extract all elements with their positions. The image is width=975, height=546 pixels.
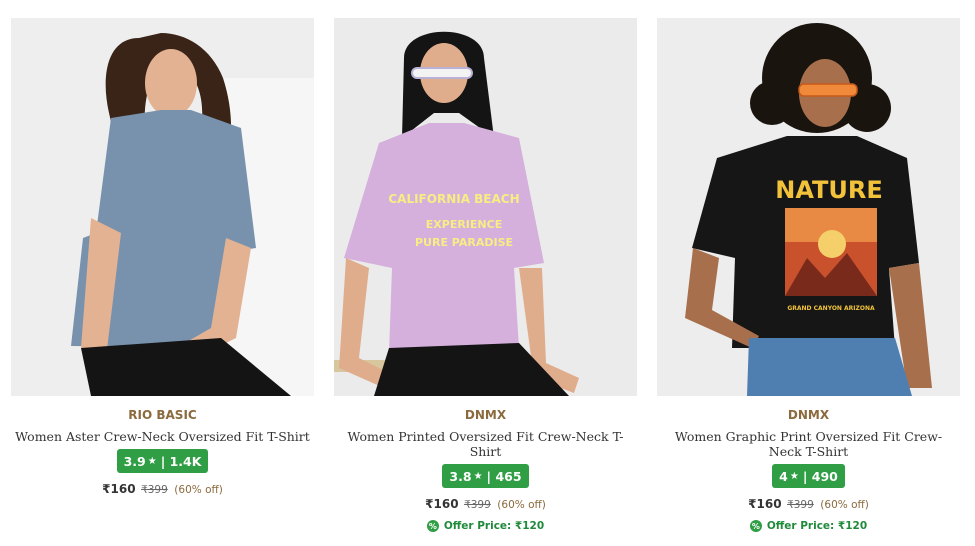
mrp-price: ₹399 [464,499,491,511]
rating-count: | 465 [486,468,522,484]
rating-count: | 1.4K [160,453,202,469]
product-name[interactable]: Women Aster Crew-Neck Oversized Fit T-Sh… [11,429,314,444]
selling-price: ₹160 [102,482,136,496]
product-card[interactable]: NATURE GRAND CANYON ARIZONA DNMX Women G… [657,18,960,533]
product-image[interactable]: NATURE GRAND CANYON ARIZONA [657,18,960,396]
star-icon: ★ [473,470,483,482]
svg-text:EXPERIENCE: EXPERIENCE [426,218,502,231]
rating-count: | 490 [802,468,838,484]
product-brand[interactable]: DNMX [657,408,960,422]
price-row: ₹160 ₹399 (60% off) [657,497,960,511]
discount-percent: (60% off) [820,499,869,511]
offer-price-text: Offer Price: ₹120 [443,520,545,532]
product-photo-dnmx-graphic: NATURE GRAND CANYON ARIZONA [657,18,960,396]
rating-value: 4 [779,468,788,484]
selling-price: ₹160 [425,497,459,511]
selling-price: ₹160 [748,497,782,511]
offer-price: % Offer Price: ₹120 [426,520,545,532]
discount-percent: (60% off) [497,499,546,511]
rating-badge: 4 ★ | 490 [772,464,845,488]
product-photo-rio-basic [11,18,314,396]
rating-badge: 3.9 ★ | 1.4K [116,449,209,473]
product-brand[interactable]: RIO BASIC [11,408,314,422]
rating-value: 3.8 [449,468,472,484]
star-icon: ★ [789,470,799,482]
product-image[interactable]: CALIFORNIA BEACH EXPERIENCE PURE PARADIS… [334,18,637,396]
star-icon: ★ [147,455,157,467]
product-name[interactable]: Women Graphic Print Oversized Fit Crew-N… [657,429,960,459]
mrp-price: ₹399 [787,499,814,511]
mrp-price: ₹399 [141,484,168,496]
product-card[interactable]: CALIFORNIA BEACH EXPERIENCE PURE PARADIS… [334,18,637,533]
product-name[interactable]: Women Printed Oversized Fit Crew-Neck T-… [334,429,637,459]
svg-text:NATURE: NATURE [775,176,883,204]
price-row: ₹160 ₹399 (60% off) [334,497,637,511]
svg-text:GRAND CANYON ARIZONA: GRAND CANYON ARIZONA [787,305,875,312]
svg-text:PURE PARADISE: PURE PARADISE [415,236,513,249]
product-brand[interactable]: DNMX [334,408,637,422]
product-image[interactable] [11,18,314,396]
discount-percent: (60% off) [174,484,223,496]
offer-tag-icon: % [749,520,762,532]
rating-value: 3.9 [123,453,146,469]
offer-price: % Offer Price: ₹120 [749,520,868,532]
product-card[interactable]: RIO BASIC Women Aster Crew-Neck Oversize… [11,18,314,496]
offer-tag-icon: % [426,520,439,532]
product-photo-dnmx-printed: CALIFORNIA BEACH EXPERIENCE PURE PARADIS… [334,18,637,396]
rating-badge: 3.8 ★ | 465 [442,464,529,488]
svg-text:CALIFORNIA BEACH: CALIFORNIA BEACH [388,192,519,206]
price-row: ₹160 ₹399 (60% off) [11,482,314,496]
offer-price-text: Offer Price: ₹120 [766,520,868,532]
